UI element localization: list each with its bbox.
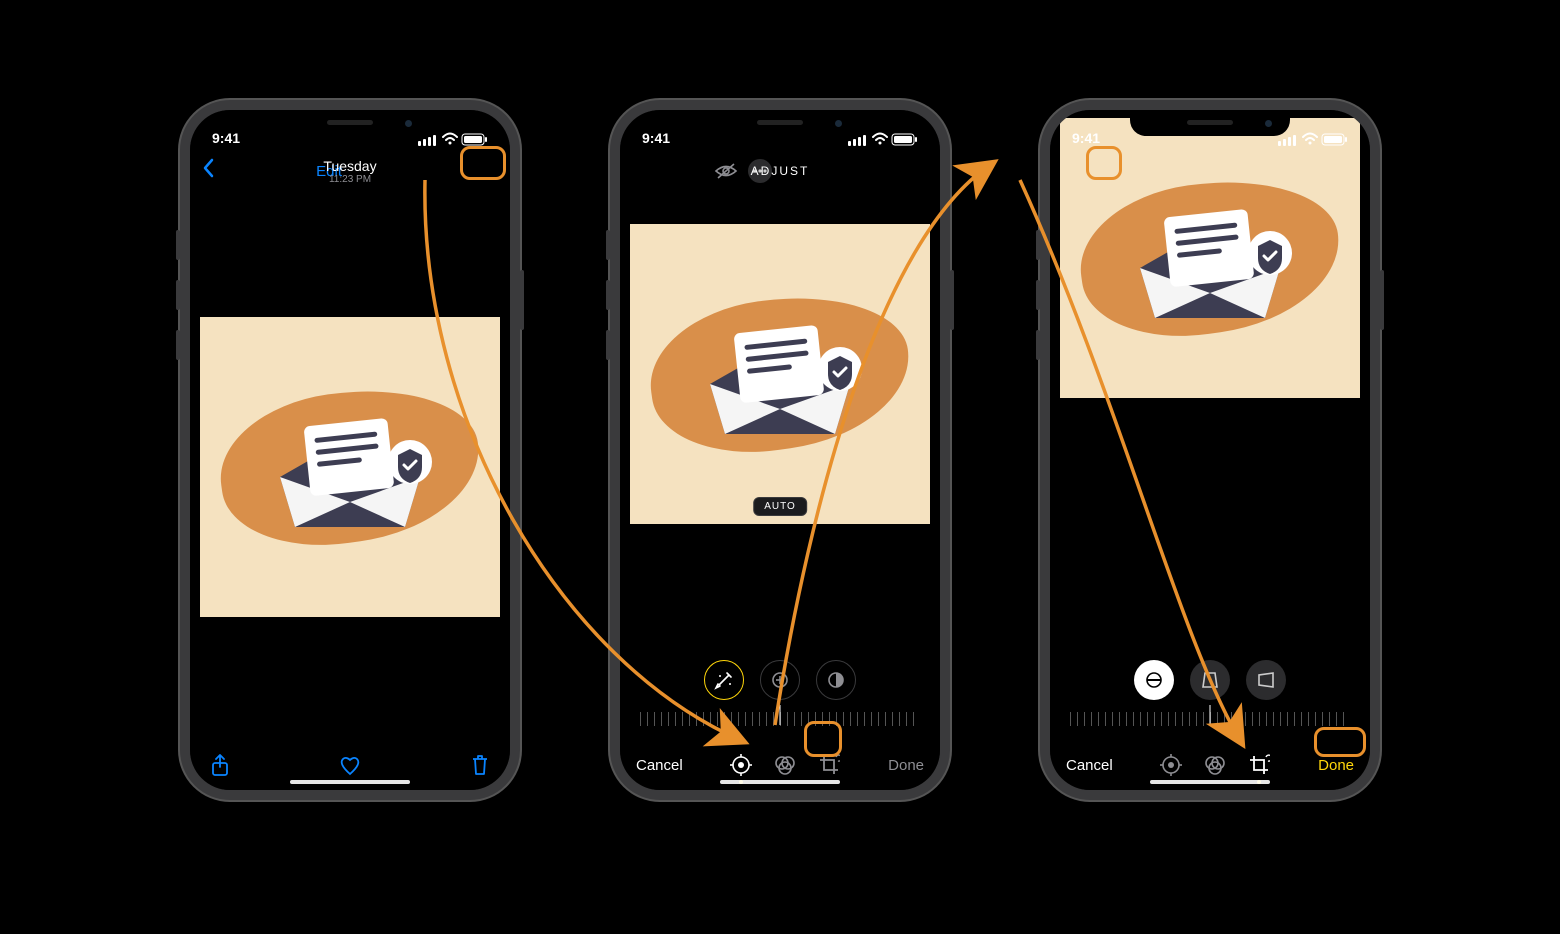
filters-tab-icon[interactable] (774, 754, 796, 776)
exposure-button[interactable] (760, 660, 800, 700)
adjust-tab-icon[interactable] (730, 754, 752, 776)
horizontal-perspective-button[interactable] (1246, 660, 1286, 700)
photo: AUTO (630, 224, 930, 524)
crop-tab-icon[interactable] (1248, 754, 1270, 776)
editor-canvas[interactable]: AUTO (620, 194, 940, 642)
home-indicator[interactable] (290, 780, 410, 784)
filters-tab-icon[interactable] (1204, 754, 1226, 776)
photo (200, 317, 500, 617)
straighten-button[interactable] (1134, 660, 1174, 700)
device-notch (700, 110, 860, 136)
editor-nav: ADJUST (620, 148, 940, 194)
adjust-tab-icon[interactable] (1160, 754, 1182, 776)
phone-adjust-editor: 9:41 ADJUST (610, 100, 950, 800)
toggle-preview-icon[interactable] (714, 162, 738, 180)
crop-canvas[interactable] (1050, 194, 1370, 642)
cancel-button[interactable]: Cancel (636, 757, 683, 774)
back-button[interactable] (202, 158, 214, 184)
trash-icon[interactable] (470, 753, 490, 777)
photo-crop-frame[interactable] (1060, 118, 1360, 398)
vertical-perspective-button[interactable] (1190, 660, 1230, 700)
home-indicator[interactable] (720, 780, 840, 784)
device-notch (1130, 110, 1290, 136)
brilliance-button[interactable] (816, 660, 856, 700)
cellular-signal-icon (418, 132, 488, 146)
phone-crop-editor: 9:41 AUTO (1040, 100, 1380, 800)
envelope-illustration (1115, 178, 1305, 338)
crop-tab-icon[interactable] (818, 754, 840, 776)
straighten-dial[interactable] (1070, 708, 1350, 730)
more-menu-icon[interactable] (748, 159, 772, 183)
adjustment-dial[interactable] (640, 708, 920, 730)
status-time: 9:41 (1072, 130, 1100, 146)
phone-viewer: 9:41 Tuesday 11:23 PM Edit (180, 100, 520, 800)
adjust-metrics-row (620, 642, 940, 708)
envelope-illustration (685, 294, 875, 454)
edit-button[interactable]: Edit (316, 163, 342, 180)
done-button[interactable]: Done (1318, 757, 1354, 774)
cellular-signal-icon (1278, 132, 1348, 146)
status-time: 9:41 (642, 130, 670, 146)
photo-viewport[interactable] (190, 194, 510, 740)
home-indicator[interactable] (1150, 780, 1270, 784)
auto-enhance-button[interactable] (704, 660, 744, 700)
cellular-signal-icon (848, 132, 918, 146)
favorite-heart-icon[interactable] (338, 754, 362, 776)
status-time: 9:41 (212, 130, 240, 146)
auto-badge[interactable]: AUTO (753, 497, 807, 516)
envelope-illustration (255, 387, 445, 547)
viewer-nav: Tuesday 11:23 PM Edit (190, 148, 510, 194)
done-button[interactable]: Done (888, 757, 924, 774)
cancel-button[interactable]: Cancel (1066, 757, 1113, 774)
straighten-controls-row (1050, 642, 1370, 708)
device-notch (270, 110, 430, 136)
share-icon[interactable] (210, 753, 230, 777)
